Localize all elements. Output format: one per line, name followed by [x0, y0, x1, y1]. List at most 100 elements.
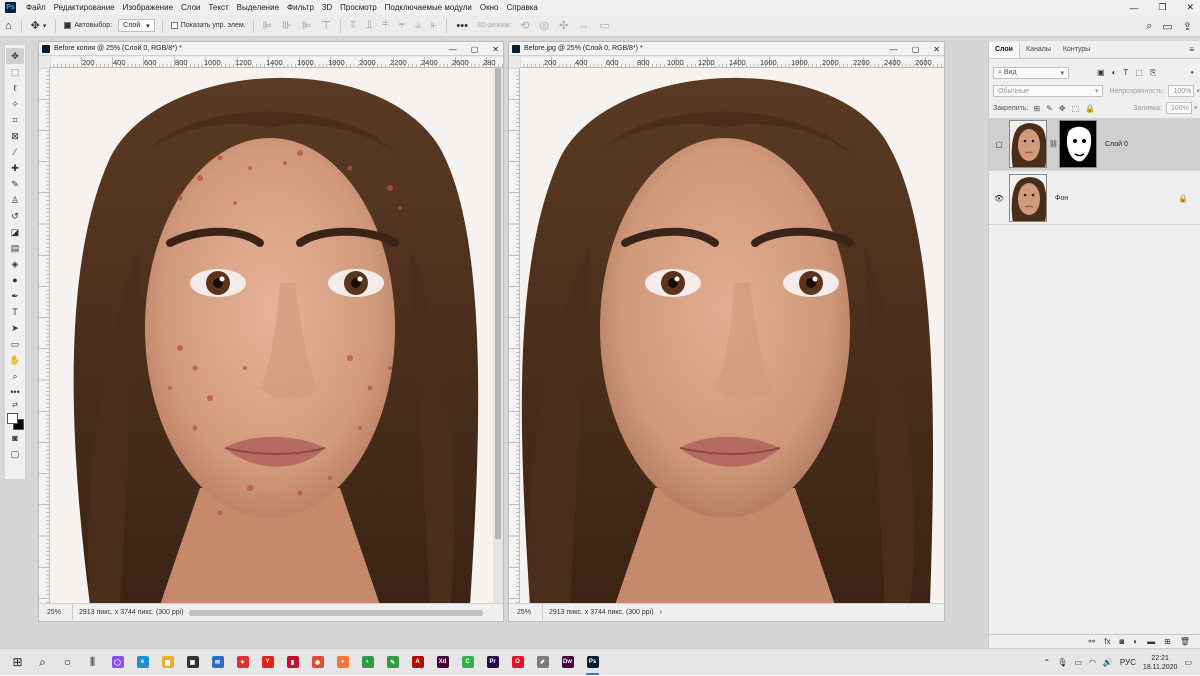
menu-filter[interactable]: Фильтр: [283, 3, 318, 12]
lock-position-icon[interactable]: ✥: [1059, 104, 1066, 113]
lock-artboard-icon[interactable]: ⬚: [1072, 104, 1080, 113]
history-brush-tool-icon[interactable]: ↺: [6, 208, 24, 224]
autoselect-checkbox[interactable]: [64, 22, 72, 29]
filter-pixel-icon[interactable]: ▣: [1097, 68, 1105, 78]
blend-mode-select[interactable]: Обычные ▾: [993, 85, 1104, 97]
network-icon[interactable]: ▭: [1074, 658, 1082, 667]
crop-tool-icon[interactable]: ⌗: [6, 112, 24, 128]
restore-button[interactable]: ❐: [1158, 2, 1166, 13]
chevron-down-icon[interactable]: ▾: [1194, 104, 1198, 112]
share-icon[interactable]: ⇪: [1183, 20, 1192, 33]
taskbar-store[interactable]: ▣: [180, 649, 205, 676]
frame-tool-icon[interactable]: ⊠: [6, 128, 24, 144]
taskbar-task-view[interactable]: ○: [55, 649, 80, 676]
menu-file[interactable]: Файл: [22, 3, 50, 12]
distribute-middle-icon[interactable]: ⫫: [366, 19, 372, 32]
adjustment-layer-icon[interactable]: ◐: [1133, 637, 1138, 646]
layer-filter-select[interactable]: ⌕ Вид ▾: [993, 67, 1069, 79]
scale-3d-icon[interactable]: ▭: [599, 19, 609, 32]
link-layers-icon[interactable]: ⚯: [1089, 637, 1096, 646]
taskbar-yandex[interactable]: Y: [255, 649, 280, 676]
filter-smart-object-icon[interactable]: ⎘: [1150, 68, 1156, 78]
filter-toggle-icon[interactable]: ●: [1190, 70, 1194, 76]
taskbar-gift[interactable]: ✦: [230, 649, 255, 676]
screen-mode-icon[interactable]: ▢: [6, 446, 24, 462]
filter-adjustment-icon[interactable]: ◐: [1112, 68, 1117, 78]
align-top-icon[interactable]: ⊤: [321, 19, 331, 32]
menu-plugins[interactable]: Подключаемые модули: [381, 3, 476, 12]
layer-thumbnail[interactable]: [1009, 120, 1047, 168]
taskbar-search[interactable]: ⌕: [30, 649, 55, 676]
layer-thumbnail[interactable]: [1009, 174, 1047, 222]
distribute-left-icon[interactable]: ⫧: [399, 19, 405, 32]
more-options-icon[interactable]: •••: [456, 20, 468, 32]
chevron-down-icon[interactable]: ▾: [1196, 87, 1200, 95]
move-tool-icon[interactable]: ✥: [31, 19, 40, 32]
visibility-toggle[interactable]: ▢: [989, 140, 1009, 149]
blur-tool-icon[interactable]: ◈: [6, 256, 24, 272]
vertical-scrollbar[interactable]: [493, 68, 503, 603]
layer-mask-thumbnail[interactable]: [1059, 120, 1097, 168]
document-window-before-copy[interactable]: Before копия @ 25% (Слой 0, RGB/8*) * — …: [38, 41, 504, 622]
home-icon[interactable]: ⌂: [5, 20, 12, 32]
layer-name[interactable]: Слой 0: [1105, 141, 1128, 148]
portrait-photo[interactable]: [50, 68, 493, 603]
document-tab[interactable]: Before копия @ 25% (Слой 0, RGB/8*) * — …: [39, 42, 503, 56]
orbit-3d-icon[interactable]: ⟲: [520, 19, 529, 32]
layer-row[interactable]: ▢ ⛓ Слой 0: [989, 118, 1200, 171]
distribute-bottom-icon[interactable]: ⫩: [382, 19, 388, 32]
drag-3d-icon[interactable]: ✣: [559, 19, 568, 32]
canvas[interactable]: [50, 68, 503, 603]
menu-window[interactable]: Окно: [476, 3, 503, 12]
horizontal-scrollbar[interactable]: [189, 610, 483, 616]
scroll-thumb[interactable]: [495, 68, 501, 539]
lock-pixels-icon[interactable]: ✎: [1046, 104, 1053, 113]
opacity-input[interactable]: 100%: [1168, 85, 1195, 97]
taskbar-firefox[interactable]: ●: [330, 649, 355, 676]
tab-channels[interactable]: Каналы: [1020, 43, 1057, 58]
workspace-icon[interactable]: ▭: [1162, 20, 1172, 33]
menu-help[interactable]: Справка: [502, 3, 541, 12]
document-tab[interactable]: Before.jpg @ 25% (Слой 0, RGB/8*) * — ▢ …: [509, 42, 944, 56]
more-tools-icon[interactable]: •••: [6, 384, 24, 400]
type-tool-icon[interactable]: T: [6, 304, 24, 320]
clock[interactable]: 22:21 18.11.2020: [1143, 654, 1178, 672]
add-mask-icon[interactable]: ◙: [1119, 637, 1124, 646]
distribute-center-icon[interactable]: ⫨: [415, 19, 421, 32]
wifi-icon[interactable]: ◠: [1089, 658, 1096, 667]
search-icon[interactable]: ⌕: [1146, 20, 1152, 33]
lasso-tool-icon[interactable]: ℓ: [6, 80, 24, 96]
taskbar-chrome[interactable]: ◉: [305, 649, 330, 676]
lock-icon[interactable]: 🔒: [1178, 194, 1188, 203]
group-icon[interactable]: ▬: [1147, 637, 1155, 646]
taskbar-start[interactable]: ⊞: [5, 649, 30, 676]
zoom-tool-icon[interactable]: ⌕: [6, 368, 24, 384]
rectangle-tool-icon[interactable]: ▭: [6, 336, 24, 352]
taskbar-alice[interactable]: ◯: [105, 649, 130, 676]
move-tool-icon[interactable]: ✥: [6, 48, 24, 64]
healing-brush-tool-icon[interactable]: ✚: [6, 160, 24, 176]
taskbar-acrobat-reader[interactable]: ▮: [280, 649, 305, 676]
chevron-right-icon[interactable]: ›: [660, 609, 662, 616]
portrait-photo[interactable]: [520, 68, 944, 603]
layer-row[interactable]: 👁 Фон 🔒: [989, 172, 1200, 225]
taskbar-opera[interactable]: O: [505, 649, 530, 676]
minimize-button[interactable]: —: [1129, 3, 1138, 13]
taskbar-widgets[interactable]: ⫴: [80, 649, 105, 676]
menu-view[interactable]: Просмотр: [336, 3, 381, 12]
autoselect-target-select[interactable]: Слой ▾: [118, 19, 155, 32]
hand-tool-icon[interactable]: ✋: [6, 352, 24, 368]
panel-menu-icon[interactable]: ≡: [1189, 45, 1194, 54]
filter-shape-icon[interactable]: ⬚: [1135, 68, 1143, 78]
doc-maximize-button[interactable]: ▢: [471, 45, 479, 54]
show-transform-checkbox[interactable]: [170, 22, 178, 29]
pen-tool-icon[interactable]: ✒: [6, 288, 24, 304]
menu-layers[interactable]: Слои: [177, 3, 204, 12]
taskbar-explorer[interactable]: ▆: [155, 649, 180, 676]
taskbar-edge[interactable]: e: [130, 649, 155, 676]
menu-3d[interactable]: 3D: [318, 3, 336, 12]
marquee-tool-icon[interactable]: ⬚: [6, 64, 24, 80]
lock-all-icon[interactable]: 🔒: [1085, 104, 1095, 113]
link-icon[interactable]: ⛓: [1049, 140, 1058, 148]
menu-edit[interactable]: Редактирование: [50, 3, 119, 12]
